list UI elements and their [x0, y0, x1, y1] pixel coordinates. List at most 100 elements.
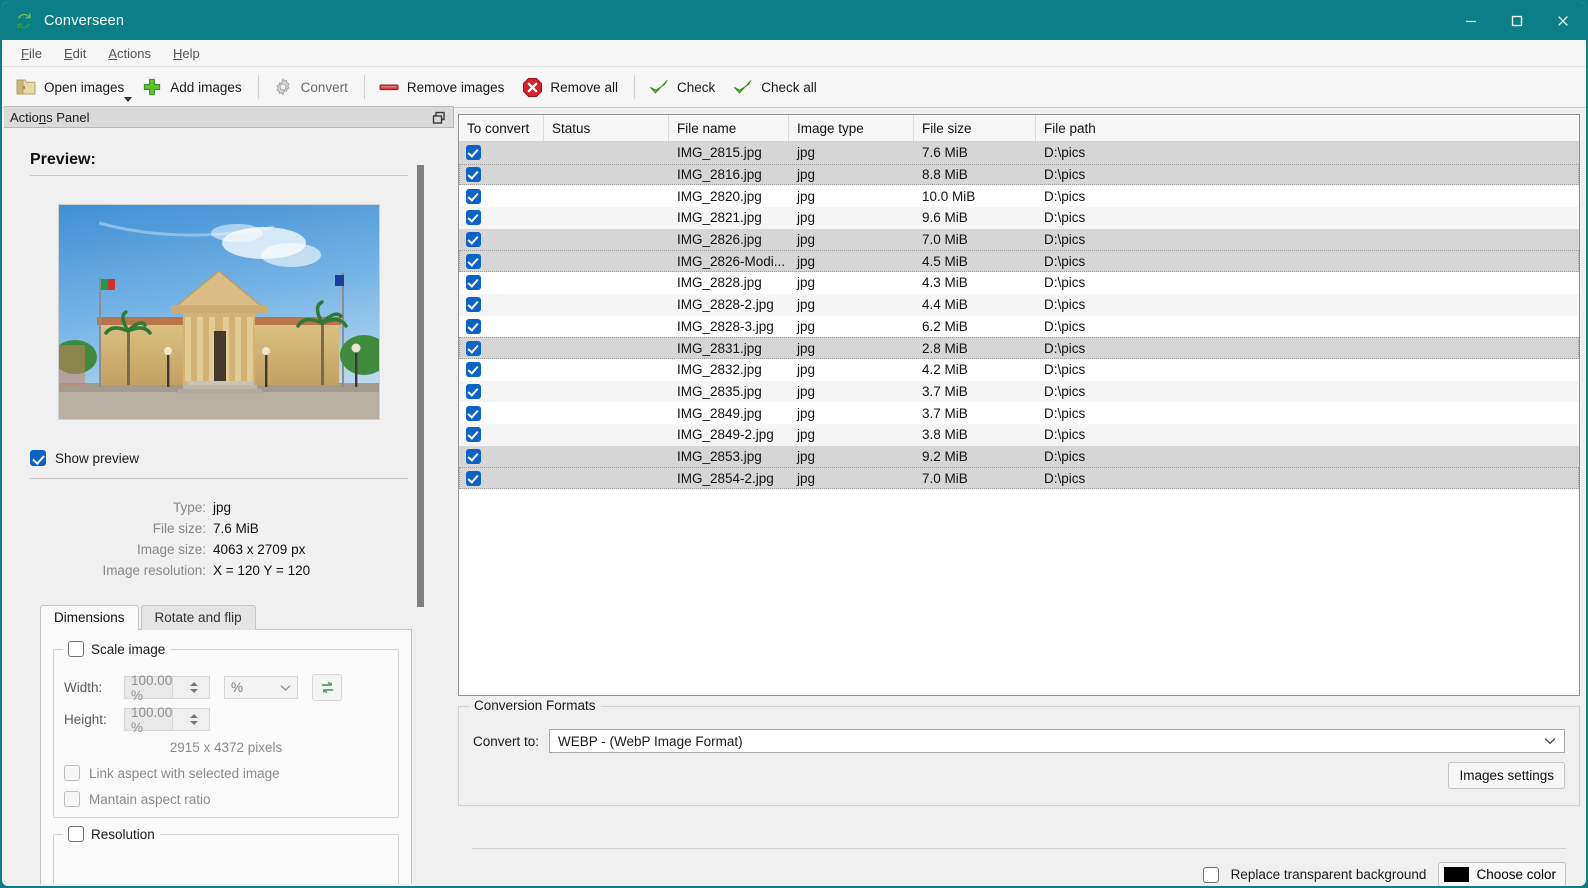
close-icon[interactable]	[1540, 2, 1586, 40]
tab-rotate-and-flip[interactable]: Rotate and flip	[140, 605, 256, 630]
checkbox-checked-icon[interactable]	[466, 167, 481, 183]
column-header-file-path[interactable]: File path	[1036, 115, 1579, 141]
remove-images-button[interactable]: Remove images	[371, 72, 515, 102]
convert-button[interactable]: Convert	[265, 72, 358, 102]
add-images-button[interactable]: Add images	[134, 72, 251, 102]
checkbox-checked-icon[interactable]	[466, 253, 481, 269]
minimize-icon[interactable]	[1448, 2, 1494, 40]
row-to-convert-checkbox[interactable]	[459, 207, 544, 229]
table-row[interactable]: IMG_2815.jpg jpg 7.6 MiB D:\pics	[459, 142, 1579, 164]
open-images-button[interactable]: Open images	[8, 72, 134, 102]
maximize-icon[interactable]	[1494, 2, 1540, 40]
column-header-to-convert[interactable]: To convert	[459, 115, 544, 141]
row-to-convert-checkbox[interactable]	[459, 467, 544, 489]
table-row[interactable]: IMG_2821.jpg jpg 9.6 MiB D:\pics	[459, 207, 1579, 229]
maintain-aspect-checkbox[interactable]	[64, 791, 80, 807]
row-to-convert-checkbox[interactable]	[459, 337, 544, 359]
height-label: Height:	[64, 712, 107, 727]
row-to-convert-checkbox[interactable]	[459, 250, 544, 272]
row-to-convert-checkbox[interactable]	[459, 359, 544, 381]
table-row[interactable]: IMG_2828-3.jpg jpg 6.2 MiB D:\pics	[459, 315, 1579, 338]
table-row[interactable]: IMG_2832.jpg jpg 4.2 MiB D:\pics	[459, 358, 1579, 381]
float-window-icon[interactable]	[431, 110, 447, 126]
checkbox-checked-icon[interactable]	[466, 448, 481, 464]
checkbox-checked-icon[interactable]	[466, 318, 481, 334]
column-header-file-size[interactable]: File size	[914, 115, 1036, 141]
check-all-button[interactable]: Check all	[725, 72, 827, 102]
menu-edit[interactable]: Edit	[53, 43, 97, 64]
checkbox-checked-icon[interactable]	[466, 470, 481, 486]
width-spin-down-icon[interactable]	[190, 689, 199, 693]
table-row[interactable]: IMG_2816.jpg jpg 8.8 MiB D:\pics	[459, 163, 1579, 186]
show-preview-checkbox[interactable]	[30, 450, 46, 466]
table-row[interactable]: IMG_2835.jpg jpg 3.7 MiB D:\pics	[459, 380, 1579, 403]
row-to-convert-checkbox[interactable]	[459, 294, 544, 316]
table-row[interactable]: IMG_2828.jpg jpg 4.3 MiB D:\pics	[459, 272, 1579, 294]
menu-actions[interactable]: Actions	[97, 43, 162, 64]
table-row[interactable]: IMG_2826.jpg jpg 7.0 MiB D:\pics	[459, 228, 1579, 251]
height-spin-up-icon[interactable]	[190, 714, 199, 718]
convert-to-combo[interactable]: WEBP - (WebP Image Format)	[549, 729, 1565, 753]
table-row[interactable]: IMG_2826-Modi... jpg 4.5 MiB D:\pics	[459, 250, 1579, 273]
show-preview-row[interactable]: Show preview	[30, 450, 410, 466]
tab-dimensions[interactable]: Dimensions	[40, 605, 139, 630]
images-settings-button[interactable]: Images settings	[1448, 762, 1565, 789]
row-to-convert-checkbox[interactable]	[459, 424, 544, 446]
resolution-group-title[interactable]: Resolution	[63, 826, 160, 842]
maintain-aspect-row[interactable]: Mantain aspect ratio	[64, 791, 388, 807]
column-header-file-name[interactable]: File name	[669, 115, 789, 141]
checkbox-checked-icon[interactable]	[466, 275, 481, 291]
checkbox-checked-icon[interactable]	[466, 427, 481, 443]
row-to-convert-checkbox[interactable]	[459, 402, 544, 424]
checkbox-checked-icon[interactable]	[466, 405, 481, 421]
open-images-dropdown-caret[interactable]	[124, 97, 133, 102]
row-to-convert-checkbox[interactable]	[459, 229, 544, 251]
scale-image-group-title[interactable]: Scale image	[63, 641, 171, 657]
swap-dimensions-button[interactable]	[312, 674, 342, 701]
replace-transparent-background-checkbox[interactable]	[1202, 866, 1219, 883]
checkbox-checked-icon[interactable]	[466, 210, 481, 226]
table-row[interactable]: IMG_2849-2.jpg jpg 3.8 MiB D:\pics	[459, 423, 1579, 446]
menu-help[interactable]: Help	[162, 43, 211, 64]
height-spin-down-icon[interactable]	[190, 721, 199, 725]
column-header-image-type[interactable]: Image type	[789, 115, 914, 141]
checkbox-checked-icon[interactable]	[466, 145, 481, 161]
width-spinbox[interactable]: 100.00 %	[124, 673, 210, 703]
table-row[interactable]: IMG_2828-2.jpg jpg 4.4 MiB D:\pics	[459, 293, 1579, 316]
table-row[interactable]: IMG_2853.jpg jpg 9.2 MiB D:\pics	[459, 445, 1579, 468]
row-to-convert-checkbox[interactable]	[459, 185, 544, 207]
checkbox-checked-icon[interactable]	[466, 297, 481, 313]
checkbox-checked-icon[interactable]	[466, 362, 481, 378]
checkbox-checked-icon[interactable]	[466, 340, 481, 356]
height-spinbox[interactable]: 100.00 %	[124, 705, 210, 735]
link-aspect-row[interactable]: Link aspect with selected image	[64, 765, 388, 781]
row-to-convert-checkbox[interactable]	[459, 316, 544, 338]
row-to-convert-checkbox[interactable]	[459, 381, 544, 403]
checkbox-checked-icon[interactable]	[466, 232, 481, 248]
column-header-status[interactable]: Status	[544, 115, 669, 141]
row-to-convert-checkbox[interactable]	[459, 142, 544, 164]
row-to-convert-checkbox[interactable]	[459, 164, 544, 186]
width-spin-buttons[interactable]	[172, 677, 209, 698]
height-spin-buttons[interactable]	[172, 709, 209, 730]
scale-image-checkbox[interactable]	[68, 641, 84, 657]
check-button[interactable]: Check	[641, 72, 725, 102]
row-to-convert-checkbox[interactable]	[459, 446, 544, 468]
row-file-path: D:\pics	[1044, 448, 1086, 464]
link-aspect-checkbox[interactable]	[64, 765, 80, 781]
remove-all-button[interactable]: Remove all	[514, 72, 628, 102]
resolution-checkbox[interactable]	[68, 826, 84, 842]
main-area: Actions Panel Preview: Show preview Type…	[4, 106, 1584, 886]
table-row[interactable]: IMG_2820.jpg jpg 10.0 MiB D:\pics	[459, 185, 1579, 208]
choose-color-button[interactable]: Choose color	[1438, 862, 1566, 886]
table-row[interactable]: IMG_2831.jpg jpg 2.8 MiB D:\pics	[459, 337, 1579, 359]
table-row[interactable]: IMG_2854-2.jpg jpg 7.0 MiB D:\pics	[459, 467, 1579, 489]
checkbox-checked-icon[interactable]	[466, 383, 481, 399]
unit-combo[interactable]: %	[224, 676, 298, 699]
row-to-convert-checkbox[interactable]	[459, 272, 544, 294]
width-spin-up-icon[interactable]	[190, 682, 199, 686]
checkbox-checked-icon[interactable]	[466, 188, 481, 204]
table-row[interactable]: IMG_2849.jpg jpg 3.7 MiB D:\pics	[459, 402, 1579, 424]
menu-file[interactable]: File	[10, 43, 53, 64]
actions-panel-scrollbar-thumb[interactable]	[417, 165, 424, 607]
